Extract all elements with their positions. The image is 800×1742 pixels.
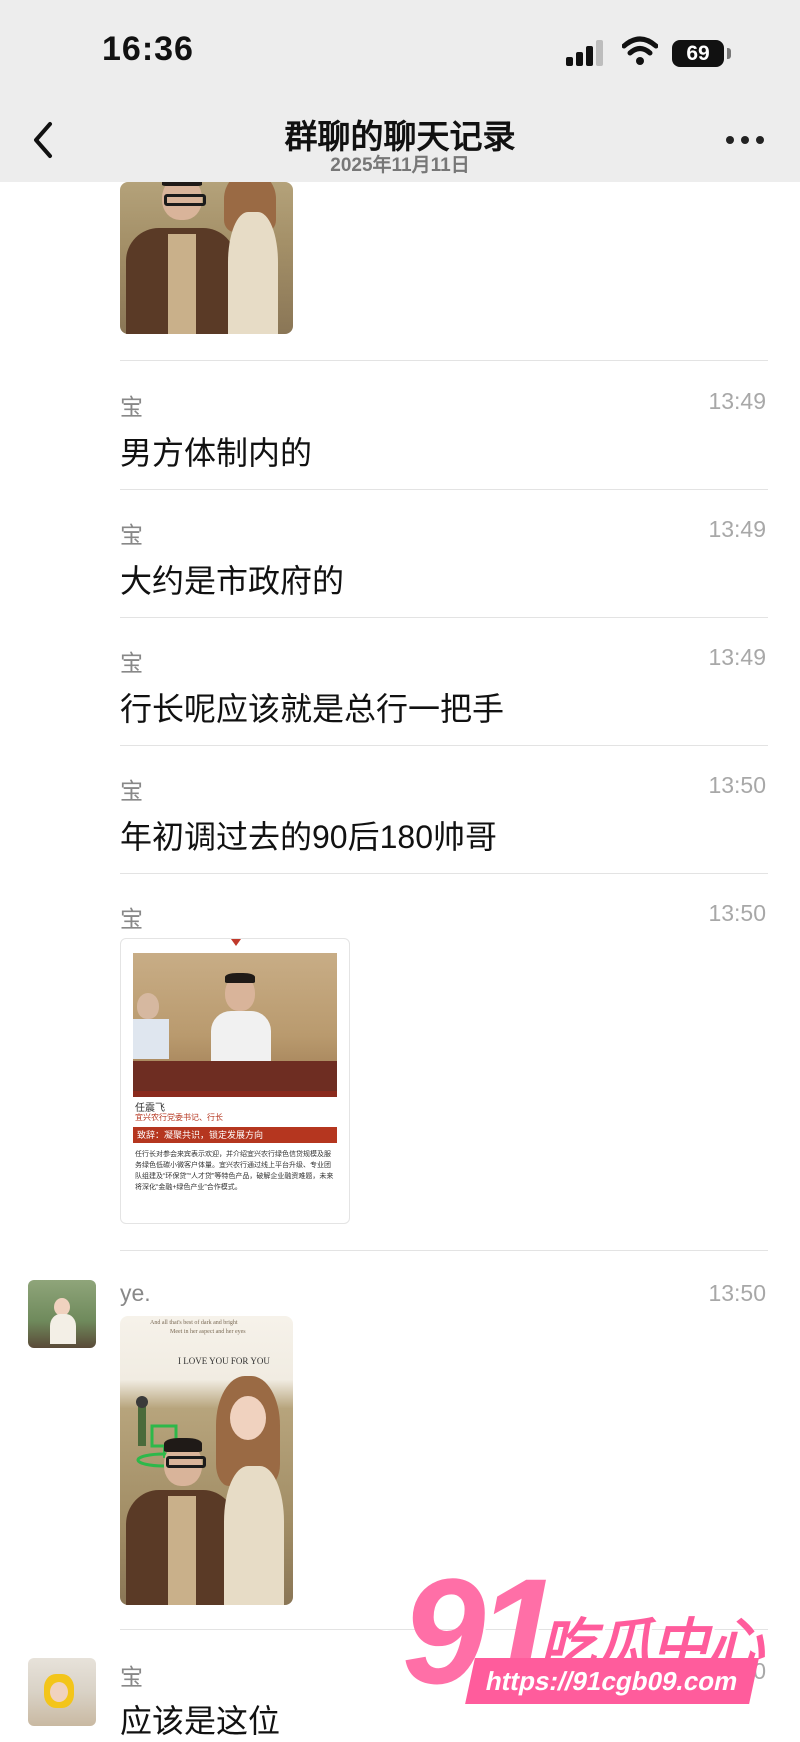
man-hair	[162, 182, 202, 186]
wedding-photo[interactable]: And all that's best of dark and bright M…	[120, 1316, 293, 1605]
divider	[120, 745, 768, 746]
battery-cap	[727, 48, 731, 59]
battery-icon: 69	[672, 40, 724, 67]
wedding-line1: And all that's best of dark and bright	[150, 1320, 238, 1326]
news-image-card[interactable]: 任震飞 宜兴农行党委书记、行长 致辞：凝聚共识，锁定发展方向 任行长对参会来宾表…	[120, 938, 350, 1224]
glasses	[166, 1456, 206, 1468]
message-time: 13:49	[708, 388, 766, 414]
news-photo	[133, 953, 337, 1091]
message-sender: ye.	[120, 1280, 151, 1306]
message-time: 13:50	[708, 772, 766, 798]
man-vest	[168, 1496, 196, 1605]
speaker-hair	[225, 973, 255, 983]
divider	[120, 1250, 768, 1251]
speaker-shirt	[211, 1011, 271, 1061]
message-text: 应该是这位	[120, 1703, 281, 1739]
attendee-shirt	[133, 1019, 169, 1059]
attendee-figure	[137, 993, 159, 1019]
news-body: 任行长对参会来宾表示欢迎，并介绍宜兴农行绿色信贷规模及服务绿色低碳小微客户体量。…	[135, 1151, 334, 1191]
message-sender: 宝	[120, 906, 143, 932]
message-sender: 宝	[120, 778, 143, 804]
divider	[120, 873, 768, 874]
watermark-url: https://91cgb09.com	[465, 1658, 759, 1704]
news-role: 宜兴农行党委书记、行长	[135, 1113, 223, 1122]
message-time: 13:49	[708, 644, 766, 670]
divider	[120, 617, 768, 618]
avatar-body	[50, 1314, 76, 1344]
message-text: 男方体制内的	[120, 435, 313, 471]
message-sender: 宝	[120, 1664, 143, 1690]
wedding-caption: I LOVE YOU FOR YOU	[178, 1356, 270, 1366]
news-heading: 致辞：凝聚共识，锁定发展方向	[137, 1130, 264, 1140]
message-sender: 宝	[120, 522, 143, 548]
message-time: 13:49	[708, 516, 766, 542]
status-time: 16:36	[102, 30, 194, 68]
message-text: 年初调过去的90后180帅哥	[120, 819, 497, 855]
divider	[120, 360, 768, 361]
nav-bar: 群聊的聊天记录 2025年11月11日	[0, 100, 800, 182]
avatar[interactable]	[28, 1280, 96, 1348]
woman-dress	[224, 1466, 284, 1605]
more-icon[interactable]	[726, 136, 766, 148]
status-bar: 16:36 69	[0, 0, 800, 100]
avatar-face	[50, 1682, 68, 1702]
message-sender: 宝	[120, 394, 143, 420]
signal-icon	[566, 40, 606, 66]
wifi-icon	[622, 36, 658, 65]
message-time: 13:50	[708, 900, 766, 926]
woman-dress	[228, 212, 278, 334]
message-sender: 宝	[120, 650, 143, 676]
wedding-photo-top[interactable]	[120, 182, 293, 334]
avatar[interactable]	[28, 1658, 96, 1726]
message-text: 行长呢应该就是总行一把手	[120, 691, 505, 727]
man-hair	[164, 1438, 202, 1452]
marker-icon	[231, 939, 241, 946]
glasses	[164, 194, 206, 206]
message-time: 13:50	[708, 1280, 766, 1306]
man-vest	[168, 234, 196, 334]
woman-face	[230, 1396, 266, 1440]
message-text: 大约是市政府的	[120, 563, 345, 599]
wedding-line2: Meet in her aspect and her eyes	[170, 1329, 246, 1335]
desk	[133, 1061, 337, 1091]
news-bar	[133, 1091, 337, 1097]
divider	[120, 489, 768, 490]
page-subtitle: 2025年11月11日	[330, 155, 470, 176]
